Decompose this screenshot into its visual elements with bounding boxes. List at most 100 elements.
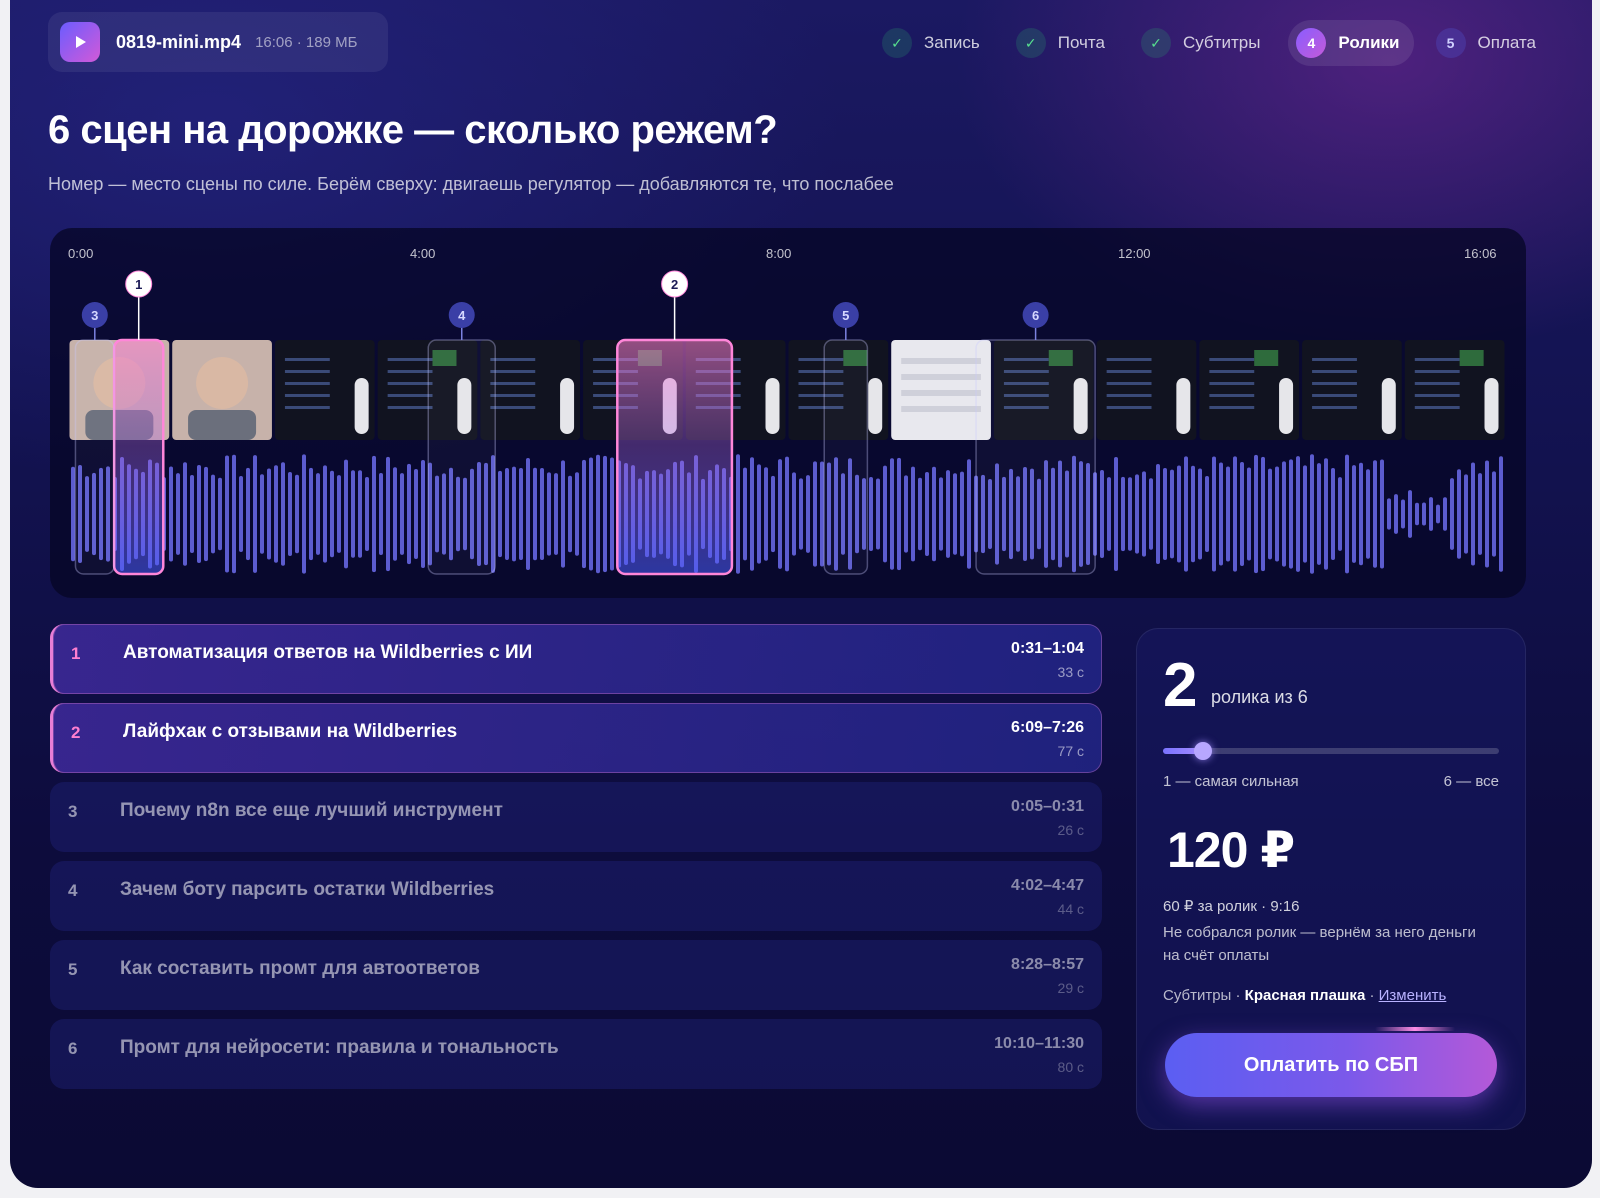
- waveform-bar: [1198, 468, 1202, 560]
- waveform-bar: [1212, 456, 1216, 572]
- scene-item-5[interactable]: 5 Как составить промт для автоответов 8:…: [50, 940, 1102, 1010]
- waveform-bar: [1324, 458, 1328, 570]
- subtitle-settings: Субтитры · Красная плашка · Изменить: [1163, 987, 1446, 1004]
- scene-duration: 44 с: [1057, 901, 1084, 917]
- scene-segment-selected[interactable]: [616, 338, 734, 576]
- slider-max-label: 6 — все: [1443, 773, 1499, 790]
- waveform-bar: [1282, 461, 1286, 567]
- scene-title: Зачем боту парсить остатки Wildberries: [120, 879, 495, 900]
- file-name: 0819-mini.mp4: [116, 31, 242, 52]
- screen-text-line: [1312, 382, 1357, 385]
- scene-segment[interactable]: [975, 339, 1096, 575]
- waveform-bar: [309, 467, 313, 561]
- waveform-bar: [1429, 497, 1433, 531]
- step-clips[interactable]: 4 Ролики: [1288, 20, 1414, 66]
- scene-rank-label: 1: [135, 277, 142, 292]
- waveform-bar: [596, 454, 600, 574]
- screen-text-line: [490, 406, 536, 409]
- waveform-bar: [1205, 475, 1209, 553]
- step-mail[interactable]: ✓ Почта: [1008, 20, 1119, 66]
- waveform-bar: [1149, 478, 1153, 550]
- price-per-clip: 60 ₽ за ролик · 9:16: [1163, 898, 1300, 915]
- scene-segment[interactable]: [74, 339, 115, 575]
- waveform-bar: [967, 459, 971, 569]
- phone-edge-shape: [765, 378, 780, 434]
- screen-text-line: [1209, 370, 1255, 373]
- scene-duration: 77 с: [1057, 743, 1084, 759]
- timeline-track: 1 2 3 4 5 6: [69, 270, 1505, 576]
- waveform-bar: [421, 460, 425, 568]
- scene-item-3[interactable]: 3 Почему n8n все еще лучший инструмент 0…: [50, 782, 1102, 852]
- waveform-bar: [267, 468, 271, 560]
- waveform-bar: [1331, 467, 1335, 561]
- app-window: 0819-mini.mp4 16:06 · 189 МБ ✓ Запись ✓ …: [10, 0, 1592, 1188]
- scene-item-2[interactable]: 2 Лайфхак с отзывами на Wildberries 6:09…: [50, 703, 1102, 773]
- scene-title: Как составить промт для автоответов: [120, 958, 480, 979]
- waveform-bar: [1499, 456, 1503, 572]
- waveform-bar: [379, 473, 383, 555]
- step-record[interactable]: ✓ Запись: [874, 20, 994, 66]
- scene-segment[interactable]: [427, 339, 496, 575]
- waveform-bar: [1226, 466, 1230, 562]
- waveform-bar: [820, 461, 824, 567]
- waveform-bar: [1303, 465, 1307, 563]
- waveform-bar: [407, 463, 411, 565]
- subtitle-style: Красная плашка: [1244, 987, 1366, 1004]
- waveform-bar: [799, 478, 803, 550]
- screen-text-line: [1106, 394, 1152, 397]
- screen-text-line: [1414, 406, 1460, 409]
- scene-rank-label: 3: [91, 308, 98, 323]
- waveform-bar: [288, 471, 292, 557]
- waveform-bar: [498, 470, 502, 558]
- waveform-bar: [1394, 494, 1398, 534]
- waveform-bar: [232, 454, 236, 574]
- step-subtitles[interactable]: ✓ Субтитры: [1133, 20, 1274, 66]
- waveform-bar: [757, 464, 761, 564]
- waveform-bar: [246, 467, 250, 561]
- scene-range: 6:09–7:26: [1011, 719, 1084, 736]
- waveform-bar: [547, 472, 551, 556]
- waveform-bar: [1254, 454, 1258, 574]
- stepper: ✓ Запись ✓ Почта ✓ Субтитры 4 Ролики 5 О…: [860, 20, 1550, 66]
- waveform-bar: [372, 455, 376, 573]
- waveform-bar: [610, 457, 614, 571]
- screen-text-line: [387, 394, 433, 397]
- pay-sbp-button[interactable]: Оплатить по СБП: [1165, 1027, 1497, 1097]
- screen-block: [1459, 350, 1484, 366]
- waveform-bar: [1240, 462, 1244, 566]
- screen-text-line: [1209, 406, 1255, 409]
- waveform-bar: [302, 454, 306, 574]
- scene-range: 10:10–11:30: [994, 1035, 1084, 1052]
- waveform-bar: [190, 475, 194, 553]
- waveform-bar: [1233, 456, 1237, 572]
- scene-item-4[interactable]: 4 Зачем боту парсить остатки Wildberries…: [50, 861, 1102, 931]
- waveform-bar: [568, 475, 572, 553]
- step-number: 5: [1435, 28, 1466, 58]
- waveform-bar: [512, 466, 516, 562]
- phone-edge-shape: [1176, 378, 1191, 434]
- waveform-bar: [540, 468, 544, 560]
- waveform-bar: [1142, 471, 1146, 557]
- check-icon: ✓: [1015, 28, 1046, 58]
- scene-title: Автоматизация ответов на Wildberries с И…: [123, 642, 533, 663]
- scene-range: 8:28–8:57: [1011, 956, 1084, 973]
- phone-edge-shape: [560, 378, 575, 434]
- waveform-bar: [351, 470, 355, 558]
- waveform-bar: [890, 458, 894, 570]
- clip-count-slider[interactable]: [1163, 742, 1499, 760]
- scene-segment[interactable]: [823, 339, 869, 575]
- phone-edge-shape: [1279, 378, 1294, 434]
- file-chip[interactable]: 0819-mini.mp4 16:06 · 189 МБ: [48, 12, 388, 72]
- slider-min-label: 1 — самая сильная: [1163, 773, 1299, 790]
- step-number: 4: [1296, 28, 1327, 58]
- step-payment[interactable]: 5 Оплата: [1428, 20, 1550, 66]
- change-subtitles-link[interactable]: Изменить: [1379, 987, 1447, 1004]
- scene-item-6[interactable]: 6 Промт для нейросети: правила и тональн…: [50, 1019, 1102, 1089]
- timeline[interactable]: 0:00 4:00 8:00 12:00 16:06 123456: [50, 228, 1526, 598]
- slider-track: [1163, 748, 1499, 754]
- scene-segment-selected[interactable]: [112, 338, 165, 576]
- scene-item-1[interactable]: 1 Автоматизация ответов на Wildberries с…: [50, 624, 1102, 694]
- screen-text-line: [1209, 358, 1255, 361]
- waveform-bar: [1352, 465, 1356, 563]
- slider-handle[interactable]: [1194, 742, 1212, 760]
